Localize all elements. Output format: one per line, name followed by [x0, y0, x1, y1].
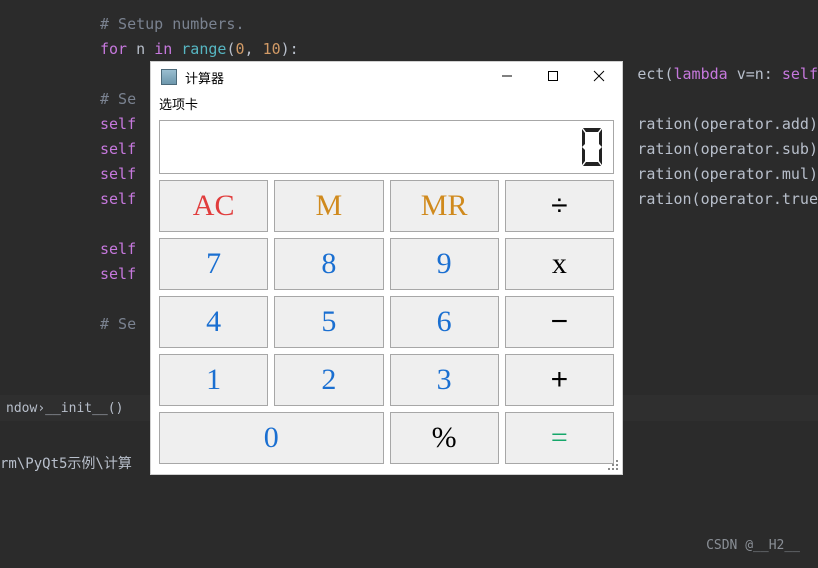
csdn-watermark: CSDN @__H2__ [706, 533, 800, 558]
calc-button-1[interactable]: 1 [159, 354, 268, 406]
minimize-icon [501, 70, 513, 85]
calc-button-m[interactable]: M [274, 180, 383, 232]
calc-button-sub[interactable]: − [505, 296, 614, 348]
calc-button-ac[interactable]: AC [159, 180, 268, 232]
menubar: 选项卡 [151, 92, 622, 114]
window-title: 计算器 [185, 68, 224, 87]
breadcrumb-sep: › [37, 396, 45, 421]
calc-button-pct[interactable]: % [390, 412, 499, 464]
display-value [579, 126, 605, 168]
calc-button-5[interactable]: 5 [274, 296, 383, 348]
app-icon [161, 69, 177, 85]
calc-button-mul[interactable]: x [505, 238, 614, 290]
calc-button-9[interactable]: 9 [390, 238, 499, 290]
calc-button-3[interactable]: 3 [390, 354, 499, 406]
menu-options[interactable]: 选项卡 [159, 94, 198, 113]
minimize-button[interactable] [484, 62, 530, 92]
calc-button-8[interactable]: 8 [274, 238, 383, 290]
calc-button-2[interactable]: 2 [274, 354, 383, 406]
breadcrumb-item: __init__() [45, 396, 123, 421]
breadcrumb-item: ndow [6, 396, 37, 421]
calculator-window: 计算器 选项卡 [151, 62, 622, 474]
calc-button-mr[interactable]: MR [390, 180, 499, 232]
window-titlebar[interactable]: 计算器 [151, 62, 622, 92]
calc-button-4[interactable]: 4 [159, 296, 268, 348]
calc-button-eq[interactable]: = [505, 412, 614, 464]
maximize-button[interactable] [530, 62, 576, 92]
button-grid: ACMMR÷ 789x 456− 123+0%= [159, 180, 614, 464]
calc-button-7[interactable]: 7 [159, 238, 268, 290]
code-line: # Setup numbers. [0, 12, 818, 37]
resize-grip[interactable] [606, 458, 620, 472]
calculator-body: ACMMR÷ 789x 456− 123+0%= [151, 114, 622, 474]
calculator-display [159, 120, 614, 174]
calc-button-6[interactable]: 6 [390, 296, 499, 348]
calc-button-div[interactable]: ÷ [505, 180, 614, 232]
maximize-icon [547, 70, 559, 85]
calc-button-add[interactable]: + [505, 354, 614, 406]
close-button[interactable] [576, 62, 622, 92]
code-line: for n in range(0, 10): [0, 37, 818, 62]
calc-button-0[interactable]: 0 [159, 412, 384, 464]
close-icon [593, 70, 605, 85]
